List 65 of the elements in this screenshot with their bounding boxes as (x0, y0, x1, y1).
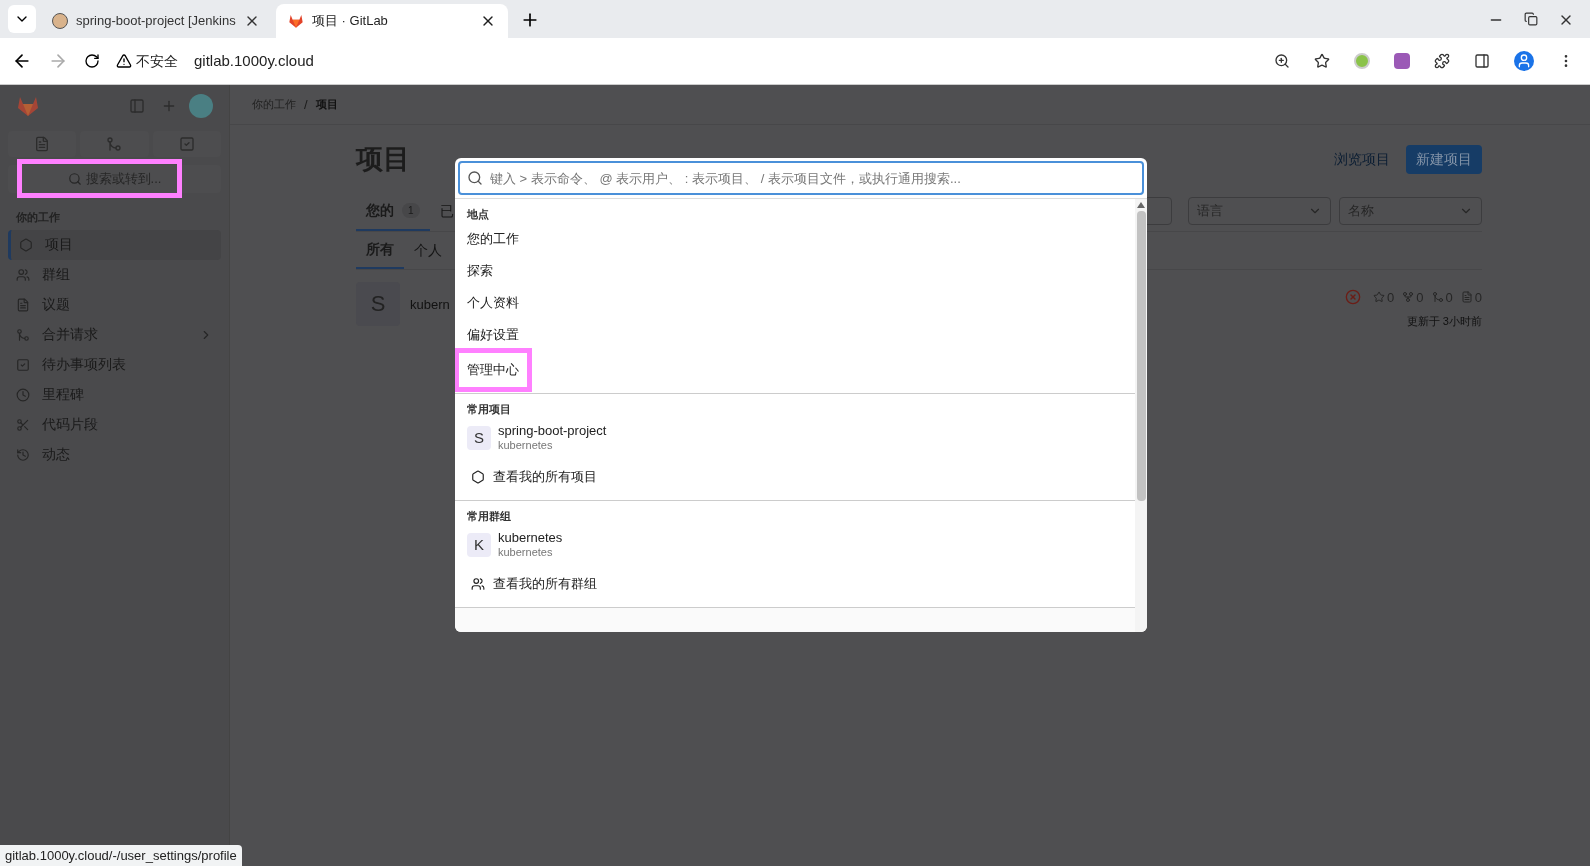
merge-icon (106, 136, 123, 152)
menu-item[interactable]: S spring-boot-project kubernetes (455, 418, 1135, 458)
fork-icon (1402, 291, 1415, 304)
bookmark-star-icon[interactable] (1314, 53, 1330, 69)
browser-tab[interactable]: spring-boot-project [Jenkins (40, 4, 272, 38)
menu-item[interactable]: 偏好设置 (458, 320, 528, 350)
tab-title: spring-boot-project [Jenkins (76, 12, 236, 31)
issue-icon (34, 136, 51, 152)
item-avatar: K (467, 533, 491, 557)
fox-logo-icon (288, 13, 304, 29)
new-project-button[interactable]: 新建项目 (1406, 144, 1482, 174)
status-url: gitlab.1000y.cloud/-/user_settings/profile (0, 845, 242, 866)
star-icon (1373, 291, 1386, 304)
browser-tab[interactable]: 项目 · GitLab (276, 4, 508, 38)
group-icon (471, 577, 485, 591)
section-heading: 常用项目 (466, 401, 512, 417)
search-icon (67, 172, 82, 186)
butler-avatar-icon (52, 13, 68, 29)
profile-icon[interactable] (1514, 51, 1534, 71)
clock-icon (16, 387, 30, 402)
section-heading: 地点 (466, 206, 490, 222)
menu-item[interactable]: 查看我的所有项目 (455, 458, 1135, 496)
project-icon (19, 237, 33, 252)
merge-icon (1431, 291, 1444, 304)
project-name[interactable]: kubern (410, 294, 450, 314)
sidebar-toggle-icon[interactable] (129, 98, 145, 114)
zoom-icon[interactable] (1274, 53, 1290, 69)
breadcrumb-separator: / (304, 95, 308, 114)
menu-item[interactable]: 查看我的所有群组 (455, 565, 1135, 603)
menu-item[interactable]: 个人资料 (458, 288, 528, 318)
menu-item[interactable]: 您的工作 (458, 224, 528, 254)
breadcrumb-link[interactable]: 项目 (315, 96, 338, 113)
reload-icon[interactable] (84, 53, 100, 69)
scissors-icon (16, 417, 30, 432)
sub-tab[interactable]: 个人 (404, 231, 452, 269)
warning-icon (116, 53, 132, 69)
todo-icon (16, 357, 30, 372)
history-icon (16, 447, 30, 462)
tab-list-button[interactable] (8, 5, 36, 33)
security-label[interactable]: 不安全 (136, 50, 178, 72)
group-icon (16, 267, 30, 282)
tab-title: 项目 · GitLab (312, 12, 389, 31)
item-subtitle: kubernetes (498, 546, 554, 560)
extension-icon[interactable] (1394, 53, 1410, 69)
merge-icon (16, 327, 30, 342)
section-heading: 常用群组 (466, 508, 512, 524)
extensions-icon[interactable] (1434, 53, 1450, 69)
item-avatar: S (467, 426, 491, 450)
restore-icon[interactable] (1524, 12, 1538, 26)
project-icon (471, 470, 485, 484)
menu-item[interactable]: K kubernetes kubernetes (455, 525, 1135, 565)
explore-link[interactable]: 浏览项目 (1334, 148, 1390, 170)
search-icon (467, 170, 483, 186)
item-title: spring-boot-project (498, 423, 607, 440)
issue-icon (1460, 291, 1473, 304)
menu-item[interactable]: 探索 (458, 256, 502, 286)
todo-icon (178, 136, 195, 152)
url-field[interactable]: gitlab.1000y.cloud (194, 49, 314, 73)
item-subtitle: kubernetes (498, 439, 554, 453)
scrollbar[interactable] (1135, 199, 1147, 632)
scroll-up-icon[interactable] (1137, 202, 1145, 208)
side-panel-icon[interactable] (1474, 53, 1490, 69)
search-field[interactable]: 键入 > 表示命令、 @ 表示用户、 : 表示项目、 / 表示项目文件，或执行通用搜索... (458, 161, 1144, 195)
issue-icon (16, 297, 30, 312)
item-title: kubernetes (498, 530, 563, 547)
